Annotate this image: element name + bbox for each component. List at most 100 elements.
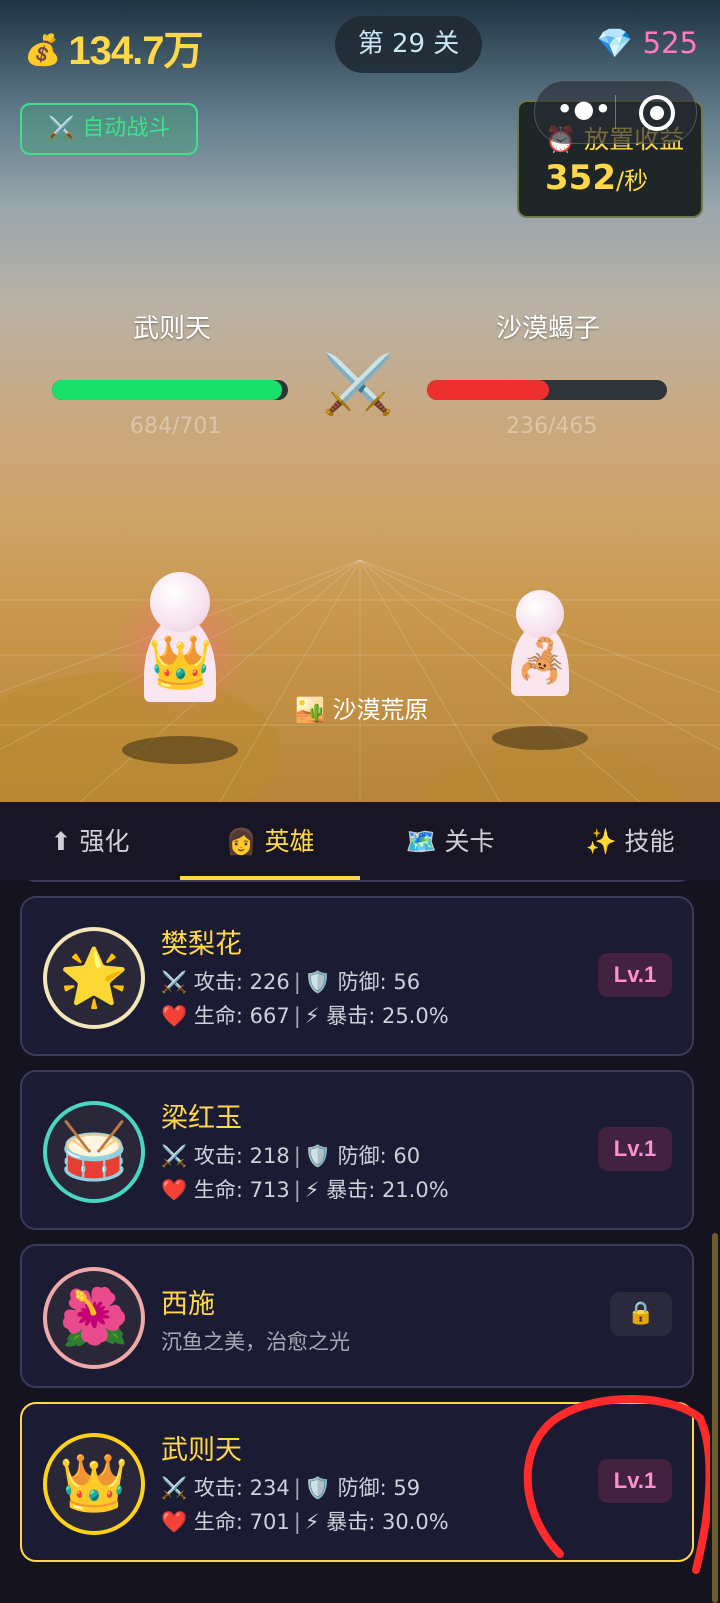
- sword-icon: ⚔️: [161, 1144, 188, 1168]
- hero-stat-line-1: ⚔️ 攻击: 218 | 🛡️ 防御: 60: [161, 1140, 420, 1170]
- enemy-pawn: 🦂: [511, 590, 569, 698]
- gem-icon: 💎: [596, 26, 633, 60]
- enemy-pawn-head: [516, 590, 564, 638]
- attack-stat: 攻击: 218: [193, 1144, 290, 1168]
- idle-income-value: 352/秒: [545, 158, 648, 198]
- enemy-hp-text: 236/465: [506, 414, 598, 439]
- enemy-name: 沙漠蝎子: [496, 314, 601, 344]
- hero-pawn-head: [150, 572, 210, 632]
- hero-hp-fill: [52, 380, 283, 400]
- close-target-icon[interactable]: [639, 95, 675, 131]
- hero-avatar: 🌺: [43, 1267, 145, 1369]
- hero-level-badge[interactable]: Lv.1: [598, 953, 672, 997]
- lightning-icon: ⚡: [304, 1510, 320, 1534]
- hp-stat: 生命: 667: [193, 1004, 290, 1028]
- lightning-icon: ⚡: [304, 1178, 320, 1202]
- map-name: 沙漠荒原: [332, 696, 429, 724]
- hero-card[interactable]: 🌟 樊梨花 ⚔️ 攻击: 226 | 🛡️ 防御: 56 ❤️ 生命: 667 | ⚡ …: [20, 896, 694, 1056]
- drum-icon: 🥁: [59, 1119, 129, 1184]
- hero-hp-bar: [52, 380, 288, 400]
- battle-scene: 💰134.7万 第 29 关 💎525 ⚔️ 自动战斗 ⏰ 放置收益 352/秒…: [0, 0, 720, 802]
- attack-stat: 攻击: 226: [193, 970, 290, 994]
- shield-icon: 🛡️: [304, 1476, 331, 1500]
- hero-pawn: 👑: [144, 572, 216, 704]
- hero-stat-line-2: ❤️ 生命: 701 | ⚡ 暴击: 30.0%: [161, 1506, 449, 1536]
- up-arrow-icon: ⬆: [50, 827, 72, 856]
- sword-icon: ⚔️: [161, 970, 188, 994]
- money-bag-icon: 💰: [24, 34, 61, 67]
- heart-icon: ❤️: [161, 1510, 188, 1534]
- defense-stat: 防御: 59: [337, 1476, 421, 1500]
- hero-avatar: 🥁: [43, 1101, 145, 1203]
- hero-stat-line-2: ❤️ 生命: 713 | ⚡ 暴击: 21.0%: [161, 1174, 449, 1204]
- stat-divider: |: [293, 1476, 301, 1500]
- stat-divider: |: [293, 970, 301, 994]
- map-name-label: 🏜️ 沙漠荒原: [295, 690, 429, 725]
- auto-battle-label: 自动战斗: [82, 116, 171, 141]
- miniprogram-capsule[interactable]: •●•: [534, 80, 697, 144]
- idle-income-unit: /秒: [615, 167, 649, 195]
- tab-label: 技能: [624, 827, 675, 856]
- scrollbar[interactable]: [712, 1233, 718, 1603]
- bottom-tab-bar: ⬆ 强化 👩 英雄 🗺️ 关卡 ✨ 技能: [0, 802, 720, 881]
- capsule-divider: [615, 95, 616, 129]
- gold-counter: 💰 134.7万: [24, 18, 203, 76]
- desert-icon: 🏜️: [295, 696, 325, 724]
- hero-level-badge[interactable]: Lv.1: [598, 1127, 672, 1171]
- defense-stat: 防御: 60: [337, 1144, 421, 1168]
- stat-divider: |: [293, 1144, 301, 1168]
- stage-level-badge: 第 29 关: [335, 16, 482, 73]
- hero-stat-line-2: ❤️ 生命: 667 | ⚡ 暴击: 25.0%: [161, 1000, 449, 1030]
- hero-card-partial[interactable]: [20, 880, 694, 882]
- gem-counter: 💎 525: [597, 26, 698, 61]
- enemy-shadow: [492, 726, 588, 750]
- tab-skills[interactable]: ✨ 技能: [540, 802, 720, 880]
- idle-income-number: 352: [545, 158, 616, 198]
- more-dots-icon[interactable]: •●•: [557, 95, 612, 123]
- heart-icon: ❤️: [161, 1178, 188, 1202]
- hero-card-locked[interactable]: 🌺 西施 沉鱼之美，治愈之光 🔒: [20, 1244, 694, 1388]
- hero-name: 武则天: [133, 314, 212, 344]
- enemy-hp-bar: [427, 380, 667, 400]
- hero-stat-line-1: ⚔️ 攻击: 234 | 🛡️ 防御: 59: [161, 1472, 420, 1502]
- sparkles-icon: ✨: [585, 827, 617, 856]
- sword-icon: ⚔️: [161, 1476, 188, 1500]
- stat-divider: |: [293, 1004, 301, 1028]
- tab-stages[interactable]: 🗺️ 关卡: [360, 802, 540, 880]
- tab-upgrade[interactable]: ⬆ 强化: [0, 802, 180, 880]
- stat-divider: |: [293, 1178, 301, 1202]
- map-icon: 🗺️: [405, 827, 437, 856]
- tab-label: 强化: [79, 827, 130, 856]
- scorpion-icon: 🦂: [516, 636, 569, 685]
- star-icon: 🌟: [59, 945, 129, 1010]
- crit-stat: 暴击: 21.0%: [326, 1178, 449, 1202]
- hero-card[interactable]: 🥁 梁红玉 ⚔️ 攻击: 218 | 🛡️ 防御: 60 ❤️ 生命: 713 | ⚡ …: [20, 1070, 694, 1230]
- tab-label: 关卡: [444, 827, 495, 856]
- hero-card-name: 西施: [161, 1289, 215, 1320]
- enemy-hp-fill: [427, 380, 549, 400]
- crown-icon: 👑: [59, 1451, 129, 1516]
- gem-amount: 525: [642, 26, 698, 60]
- hp-stat: 生命: 713: [193, 1178, 290, 1202]
- hero-avatar: 👑: [43, 1433, 145, 1535]
- attack-stat: 攻击: 234: [193, 1476, 290, 1500]
- hero-card-name: 武则天: [161, 1435, 242, 1466]
- versus-swords-icon: ⚔️: [322, 350, 395, 418]
- hero-card-name: 樊梨花: [161, 929, 242, 960]
- hero-description: 沉鱼之美，治愈之光: [161, 1330, 350, 1354]
- hero-hp-text: 684/701: [130, 414, 222, 439]
- shield-icon: 🛡️: [304, 970, 331, 994]
- woman-icon: 👩: [225, 827, 257, 856]
- auto-battle-button[interactable]: ⚔️ 自动战斗: [20, 103, 198, 155]
- heart-icon: ❤️: [161, 1004, 188, 1028]
- hp-stat: 生命: 701: [193, 1510, 290, 1534]
- stat-divider: |: [293, 1510, 301, 1534]
- crit-stat: 暴击: 30.0%: [326, 1510, 449, 1534]
- crossed-swords-icon: ⚔️: [47, 116, 76, 141]
- lightning-icon: ⚡: [304, 1004, 320, 1028]
- tab-label: 英雄: [264, 827, 315, 856]
- lock-icon[interactable]: 🔒: [610, 1292, 672, 1336]
- tab-heroes[interactable]: 👩 英雄: [180, 802, 360, 880]
- hero-stat-line-1: ⚔️ 攻击: 226 | 🛡️ 防御: 56: [161, 966, 420, 996]
- gold-amount: 134.7万: [68, 29, 203, 73]
